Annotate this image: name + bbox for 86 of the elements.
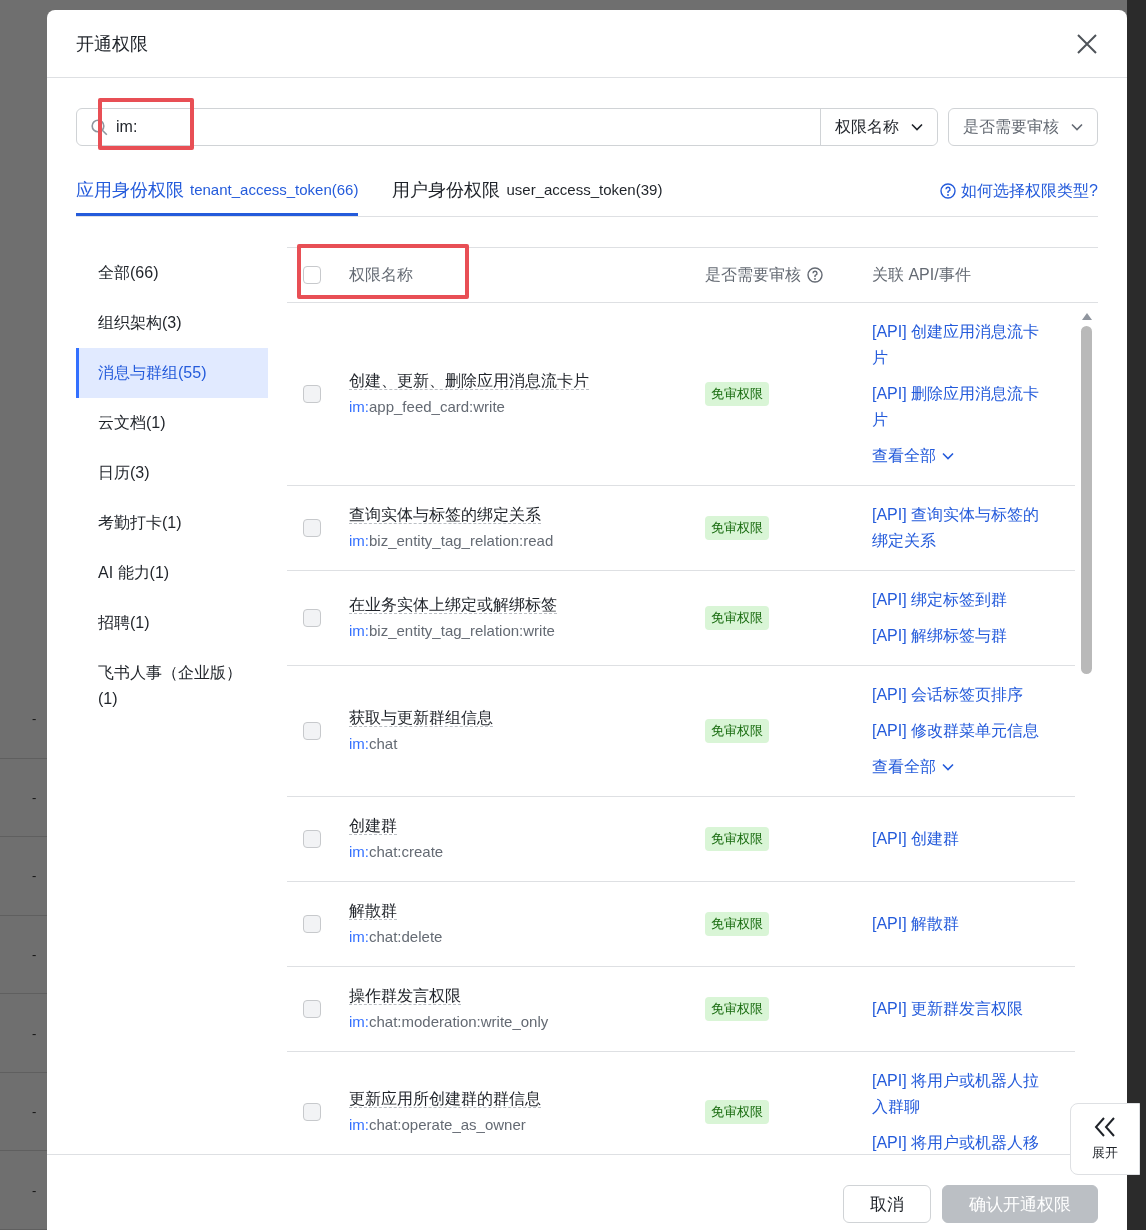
sidebar-item[interactable]: 组织架构(3): [76, 298, 268, 348]
checkbox[interactable]: [303, 266, 321, 284]
cancel-button[interactable]: 取消: [843, 1185, 931, 1223]
checkbox[interactable]: [303, 519, 321, 537]
checkbox[interactable]: [303, 1000, 321, 1018]
status-badge: 免审权限: [705, 827, 769, 851]
scroll-up-icon: [1081, 313, 1092, 320]
table-cell: -: [32, 1182, 37, 1198]
sidebar-item[interactable]: 飞书人事（企业版）(1): [76, 648, 268, 724]
dialog-title: 开通权限: [76, 32, 148, 56]
api-link[interactable]: [API] 解散群: [872, 911, 1054, 937]
status-badge: 免审权限: [705, 1100, 769, 1124]
sidebar-item[interactable]: 消息与群组(55): [76, 348, 268, 398]
permission-scope: im:chat:moderation:write_only: [349, 1012, 550, 1032]
table-cell: -: [32, 1104, 37, 1120]
status-badge: 免审权限: [705, 606, 769, 630]
tab[interactable]: 用户身份权限 user_access_token(39): [392, 166, 663, 216]
status-badge: 免审权限: [705, 516, 769, 540]
sidebar-item[interactable]: AI 能力(1): [76, 548, 268, 598]
column-header: 权限名称: [349, 265, 413, 283]
api-link[interactable]: [API] 绑定标签到群: [872, 587, 1054, 613]
api-link[interactable]: [API] 创建群: [872, 826, 1054, 852]
status-badge: 免审权限: [705, 382, 769, 406]
api-link[interactable]: [API] 会话标签页排序: [872, 682, 1054, 708]
permission-name: 操作群发言权限: [349, 987, 461, 1005]
status-badge: 免审权限: [705, 719, 769, 743]
sidebar-item[interactable]: 日历(3): [76, 448, 268, 498]
checkbox[interactable]: [303, 609, 321, 627]
api-link[interactable]: [API] 更新群发言权限: [872, 996, 1054, 1022]
chevron-down-icon: [911, 123, 923, 131]
table-cell: -: [32, 868, 37, 884]
api-link[interactable]: [API] 将用户或机器人移: [872, 1130, 1054, 1154]
expand-button[interactable]: 展开: [1070, 1103, 1140, 1175]
search-field[interactable]: im:: [116, 118, 416, 136]
help-icon: [940, 183, 957, 199]
chevron-down-icon: [942, 763, 954, 771]
sidebar-item[interactable]: 招聘(1): [76, 598, 268, 648]
checkbox[interactable]: [303, 1103, 321, 1121]
api-link[interactable]: [API] 创建应用消息流卡片: [872, 319, 1054, 371]
api-link[interactable]: [API] 删除应用消息流卡片: [872, 381, 1054, 433]
tab[interactable]: 应用身份权限 tenant_access_token(66): [76, 166, 359, 216]
permission-scope: im:biz_entity_tag_relation:read: [349, 531, 555, 551]
api-link[interactable]: [API] 修改群菜单元信息: [872, 718, 1054, 744]
table-cell: -: [32, 789, 37, 805]
checkbox[interactable]: [303, 915, 321, 933]
permission-scope: im:chat:operate_as_owner: [349, 1115, 527, 1135]
column-header: 是否需要审核: [705, 264, 801, 285]
view-all-link[interactable]: 查看全部: [872, 754, 1075, 780]
sidebar-item[interactable]: 考勤打卡(1): [76, 498, 268, 548]
permission-name: 更新应用所创建群的群信息: [349, 1090, 541, 1108]
permission-name: 在业务实体上绑定或解绑标签: [349, 596, 557, 614]
permission-name: 创建、更新、删除应用消息流卡片: [349, 372, 589, 390]
permission-name: 获取与更新群组信息: [349, 709, 493, 727]
status-badge: 免审权限: [705, 997, 769, 1021]
checkbox[interactable]: [303, 722, 321, 740]
api-link[interactable]: [API] 解绑标签与群: [872, 623, 1054, 649]
permission-name: 查询实体与标签的绑定关系: [349, 506, 541, 524]
help-icon: [807, 267, 823, 283]
chevron-down-icon: [1071, 123, 1083, 131]
sidebar-item[interactable]: 云文档(1): [76, 398, 268, 448]
checkbox[interactable]: [303, 830, 321, 848]
column-header: 关联 API/事件: [872, 265, 971, 283]
table-cell: -: [32, 947, 37, 962]
permission-name: 创建群: [349, 817, 397, 835]
permission-scope: im:chat:delete: [349, 927, 444, 947]
api-link[interactable]: [API] 查询实体与标签的绑定关系: [872, 502, 1054, 554]
filter-dropdown[interactable]: 权限名称: [820, 109, 937, 145]
permission-scope: im:biz_entity_tag_relation:write: [349, 621, 556, 641]
filter-dropdown[interactable]: 是否需要审核: [948, 108, 1098, 146]
table-cell: -: [32, 711, 37, 727]
search-icon: [91, 118, 108, 136]
view-all-link[interactable]: 查看全部: [872, 443, 1075, 469]
table-cell: -: [32, 1025, 37, 1041]
close-icon[interactable]: [1076, 32, 1098, 55]
permission-scope: im:app_feed_card:write: [349, 397, 506, 417]
sidebar-item[interactable]: 全部(66): [76, 248, 268, 298]
permission-name: 解散群: [349, 902, 397, 920]
double-chevron-left-icon: [1093, 1116, 1117, 1138]
help-link[interactable]: 如何选择权限类型?: [961, 180, 1098, 202]
permission-scope: im:chat: [349, 734, 399, 754]
checkbox[interactable]: [303, 385, 321, 403]
scrollbar-thumb[interactable]: [1081, 326, 1092, 674]
api-link[interactable]: [API] 将用户或机器人拉入群聊: [872, 1068, 1054, 1120]
status-badge: 免审权限: [705, 912, 769, 936]
chevron-down-icon: [942, 452, 954, 460]
permission-scope: im:chat:create: [349, 842, 445, 862]
